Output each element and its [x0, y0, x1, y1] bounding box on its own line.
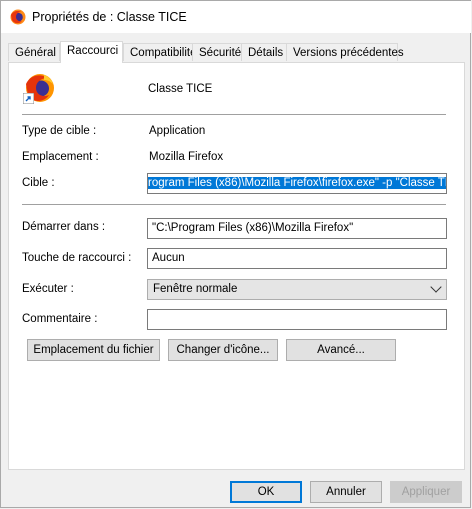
window-title: Propriétés de : Classe TICE: [32, 10, 187, 24]
shortcut-arrow-icon: [23, 93, 34, 104]
location-value: Mozilla Firefox: [149, 151, 224, 163]
advanced-button[interactable]: Avancé...: [286, 339, 396, 361]
shortcut-name: Classe TICE: [148, 83, 213, 95]
location-label: Emplacement :: [22, 151, 99, 163]
firefox-icon: [10, 9, 26, 25]
run-label: Exécuter :: [22, 283, 74, 295]
tab-security[interactable]: Sécurité: [192, 43, 242, 61]
separator: [22, 114, 446, 115]
tab-previous-versions[interactable]: Versions précédentes: [286, 43, 404, 61]
target-label: Cible :: [22, 177, 55, 189]
cancel-button[interactable]: Annuler: [310, 481, 382, 503]
run-select[interactable]: Fenêtre normale: [147, 279, 447, 300]
properties-dialog: Propriétés de : Classe TICE Général Racc…: [0, 0, 471, 508]
run-select-value: Fenêtre normale: [153, 283, 238, 295]
start-in-label: Démarrer dans :: [22, 221, 106, 233]
separator: [22, 204, 446, 205]
tab-shortcut[interactable]: Raccourci: [60, 41, 123, 63]
tab-general[interactable]: Général: [8, 43, 60, 61]
tab-details[interactable]: Détails: [241, 43, 287, 61]
start-in-field[interactable]: "C:\Program Files (x86)\Mozilla Firefox": [147, 218, 447, 239]
open-file-location-button[interactable]: Emplacement du fichier: [27, 339, 160, 361]
apply-button[interactable]: Appliquer: [390, 481, 462, 503]
target-type-value: Application: [149, 125, 206, 137]
tab-compatibility[interactable]: Compatibilité: [123, 43, 196, 61]
target-type-label: Type de cible :: [22, 125, 97, 137]
ok-button[interactable]: OK: [230, 481, 302, 503]
hotkey-label: Touche de raccourci :: [22, 252, 132, 264]
chevron-down-icon: [430, 281, 442, 293]
target-field-text: rogram Files (x86)\Mozilla Firefox\firef…: [148, 177, 446, 189]
comment-label: Commentaire :: [22, 313, 98, 325]
comment-field[interactable]: [147, 309, 447, 330]
change-icon-button[interactable]: Changer d'icône...: [168, 339, 278, 361]
target-field[interactable]: rogram Files (x86)\Mozilla Firefox\firef…: [147, 173, 447, 194]
title-bar: Propriétés de : Classe TICE: [1, 1, 471, 33]
hotkey-field[interactable]: Aucun: [147, 248, 447, 269]
